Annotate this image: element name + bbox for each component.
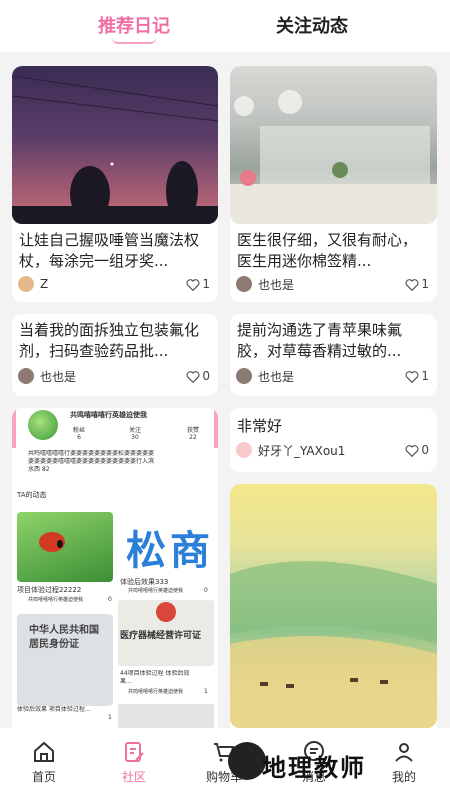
profile-desc: 共鸣嘻嘻嘻嘻行婆婆婆婆婆婆婆婆松婆婆婆婆婆婆婆婆婆婆嘻嘻嘻婆婆婆婆婆婆婆婆婆婆行… <box>28 450 155 473</box>
post-card[interactable]: 当着我的面拆独立包装氟化剂，扫码查验药品批... 也也是 0 <box>12 314 218 396</box>
profile-avatar <box>28 410 58 440</box>
like-button[interactable]: 1 <box>405 277 429 291</box>
item-title: 体验后效果 项目体验过程... <box>17 706 91 713</box>
community-icon <box>125 742 144 762</box>
item-user: 共鸣嘻嘻嘻行英雄迫使我 <box>128 588 184 594</box>
item-likes: 0 <box>108 596 112 603</box>
item-title: 体验后效果333 <box>120 578 169 586</box>
post-meta: Z 1 <box>18 274 210 294</box>
like-button[interactable]: 1 <box>186 277 210 291</box>
post-image <box>230 66 437 224</box>
nav-home-label: 首页 <box>31 770 56 784</box>
nav-profile-label: 我的 <box>391 770 416 784</box>
avatar <box>18 276 34 292</box>
night-sky-scene <box>12 75 218 224</box>
item-user: 共鸣嘻嘻嘻行英雄迫使我 <box>28 597 84 603</box>
stat-value: 22 <box>189 434 197 441</box>
item-title: 44项目体验过程 体验后效果... <box>120 670 190 685</box>
like-count: 1 <box>421 277 429 291</box>
stat: 关注 30 <box>128 425 142 441</box>
license-text: 医疗器械经营许可证 <box>120 631 202 641</box>
post-username: 也也是 <box>258 277 295 292</box>
item-user: 共鸣嘻嘻嘻行英雄迫使我 <box>128 689 184 695</box>
post-meta: 也也是 1 <box>236 366 429 386</box>
doc-image <box>118 704 214 728</box>
item-likes: 1 <box>204 688 208 695</box>
item-title: 项目体验过程22222 <box>17 586 82 594</box>
post-username: 也也是 <box>40 369 77 384</box>
avatar <box>236 276 252 292</box>
meadow-illustration <box>230 561 437 728</box>
id-card-text: 中华人民共和国 居民身份证 <box>29 625 99 650</box>
post-meta: 好牙丫_YAXou1 0 <box>236 440 429 460</box>
post-image <box>12 66 218 224</box>
post-card[interactable] <box>230 484 437 728</box>
like-button[interactable]: 0 <box>405 443 429 457</box>
clinic-interior-scene <box>230 90 437 224</box>
post-image <box>230 484 437 728</box>
like-count: 0 <box>421 443 429 457</box>
banner-image: 松商 <box>118 512 214 576</box>
post-card[interactable]: 非常好 好牙丫_YAXou1 0 <box>230 408 437 472</box>
stat-value: 6 <box>77 434 81 441</box>
dynamic-label: TA的动态 <box>17 491 47 499</box>
bottom-nav: 首页 社区 购物车 消息 我的 <box>0 728 450 800</box>
like-count: 1 <box>421 369 429 383</box>
license-image: 医疗器械经营许可证 <box>118 600 214 666</box>
nav-profile[interactable]: 我的 <box>374 740 434 785</box>
item-likes: 1 <box>108 714 112 721</box>
post-card[interactable]: 让娃自己握吸唾管当魔法权杖，每涂完一组牙奖... Z 1 <box>12 66 218 302</box>
post-card[interactable]: 共鸣嘻嘻嘻行英雄迫使我 粉丝 6 关注 30 获赞 22 共鸣嘻嘻嘻嘻行婆婆婆婆婆婆婆… <box>12 408 218 728</box>
nav-community-label: 社区 <box>121 770 146 784</box>
ladybug-image <box>17 512 113 582</box>
profile-name: 共鸣嘻嘻嘻行英雄迫使我 <box>70 411 147 419</box>
user-icon <box>395 743 413 762</box>
profile-screenshot: 共鸣嘻嘻嘻行英雄迫使我 粉丝 6 关注 30 获赞 22 共鸣嘻嘻嘻嘻行婆婆婆婆婆婆婆… <box>12 408 218 728</box>
tab-follow-label: 关注动态 <box>276 16 348 37</box>
post-title: 让娃自己握吸唾管当魔法权杖，每涂完一组牙奖... <box>19 231 200 270</box>
post-username: Z <box>40 277 49 291</box>
tab-follow[interactable]: 关注动态 <box>276 12 348 38</box>
item-likes: 0 <box>204 587 208 594</box>
post-title: 提前沟通选了青苹果味氟胶，对草莓香精过敏的... <box>237 321 403 360</box>
post-meta: 也也是 1 <box>236 274 429 294</box>
like-button[interactable]: 0 <box>186 369 210 383</box>
avatar <box>18 368 34 384</box>
tab-recommend-label: 推荐日记 <box>98 16 170 37</box>
heart-icon <box>186 370 200 383</box>
heart-icon <box>186 278 200 291</box>
post-meta: 也也是 0 <box>18 366 210 386</box>
tab-recommend[interactable]: 推荐日记 <box>98 12 170 44</box>
post-title: 非常好 <box>237 417 283 435</box>
avatar <box>236 442 252 458</box>
post-username: 也也是 <box>258 369 295 384</box>
post-title: 当着我的面拆独立包装氟化剂，扫码查验药品批... <box>19 321 200 360</box>
banner-chars: 松商 <box>126 528 214 574</box>
top-tab-bar: 推荐日记 关注动态 <box>0 0 450 52</box>
heart-icon <box>405 370 419 383</box>
like-count: 0 <box>202 369 210 383</box>
post-card[interactable]: 医生很仔细，又很有耐心，医生用迷你棉签精... 也也是 1 <box>230 66 437 302</box>
post-card[interactable]: 提前沟通选了青苹果味氟胶，对草莓香精过敏的... 也也是 1 <box>230 314 437 396</box>
like-count: 1 <box>202 277 210 291</box>
stat-label: 粉丝 <box>72 427 85 434</box>
nav-community[interactable]: 社区 <box>104 740 164 785</box>
stat-value: 30 <box>131 434 139 441</box>
id-card-image: 中华人民共和国 居民身份证 <box>17 614 113 706</box>
post-username: 好牙丫_YAXou1 <box>258 443 346 458</box>
post-title: 医生很仔细，又很有耐心，医生用迷你棉签精... <box>237 231 418 270</box>
tab-active-indicator <box>112 38 156 44</box>
stat: 粉丝 6 <box>72 425 86 441</box>
nav-home[interactable]: 首页 <box>14 740 74 785</box>
heart-icon <box>405 444 419 457</box>
watermark-text: 地理教师 <box>262 754 366 782</box>
stat-label: 获赞 <box>186 427 199 434</box>
home-icon <box>34 741 54 762</box>
avatar <box>236 368 252 384</box>
stat-label: 关注 <box>128 427 141 434</box>
watermark-logo <box>228 742 266 780</box>
like-button[interactable]: 1 <box>405 369 429 383</box>
stat: 获赞 22 <box>186 425 200 441</box>
heart-icon <box>405 278 419 291</box>
